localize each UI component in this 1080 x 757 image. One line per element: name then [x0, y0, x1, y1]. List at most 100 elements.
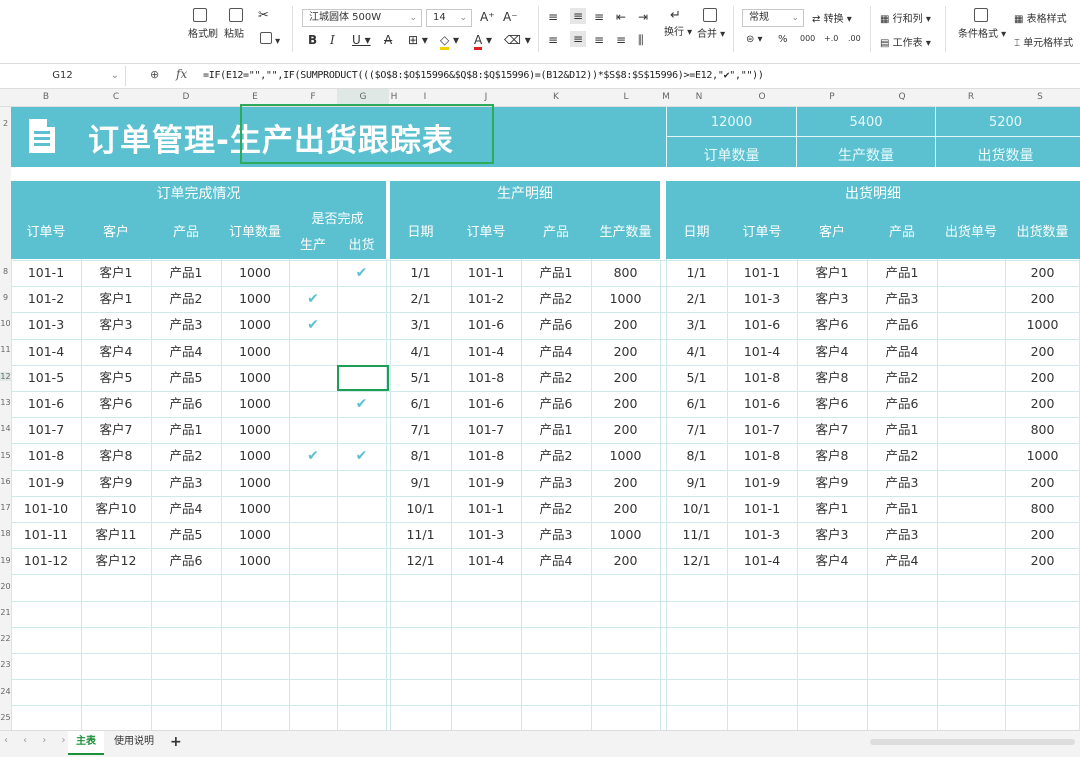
shipping-cell[interactable]: 产品1 — [867, 260, 937, 286]
orders-cell[interactable]: 产品1 — [151, 260, 221, 286]
production-cell[interactable]: 产品1 — [521, 260, 591, 286]
currency-icon[interactable]: ⊜ ▾ — [746, 34, 763, 45]
eraser-icon[interactable]: ⌫ ▾ — [504, 33, 531, 47]
production-cell[interactable]: 200 — [591, 312, 660, 338]
number-format-select[interactable]: 常规 ⌄ — [742, 9, 804, 27]
production-cell[interactable]: 4/1 — [390, 339, 451, 365]
production-cell[interactable]: 101-1 — [451, 496, 521, 522]
align-top-icon[interactable]: ≡ — [548, 10, 558, 24]
underline-button[interactable]: U ▾ — [352, 33, 371, 47]
production-cell[interactable]: 产品3 — [521, 522, 591, 548]
shipping-cell[interactable]: 7/1 — [666, 417, 727, 443]
orders-cell[interactable]: 产品4 — [151, 339, 221, 365]
row-header-selected[interactable]: 12 — [0, 372, 11, 381]
production-cell[interactable]: 101-8 — [451, 365, 521, 391]
orders-cell[interactable] — [289, 470, 337, 496]
check-icon[interactable]: ✔ — [289, 443, 337, 469]
cell-style-button[interactable]: ⌶ 单元格样式 — [1014, 34, 1073, 49]
row-header[interactable]: 20 — [0, 582, 11, 591]
production-cell[interactable]: 8/1 — [390, 443, 451, 469]
row-header[interactable]: 2 — [0, 119, 11, 128]
row-header[interactable]: 9 — [0, 293, 11, 302]
orders-cell[interactable]: 101-3 — [11, 312, 81, 338]
add-sheet-icon[interactable]: + — [162, 731, 190, 753]
shipping-cell[interactable]: 200 — [1005, 339, 1080, 365]
production-cell[interactable]: 101-4 — [451, 548, 521, 574]
shipping-cell[interactable]: 101-6 — [727, 391, 797, 417]
orders-cell[interactable]: 客户1 — [81, 286, 151, 312]
paste-button[interactable]: 粘贴 — [224, 8, 244, 40]
shipping-cell[interactable]: 200 — [1005, 260, 1080, 286]
shipping-cell[interactable]: 3/1 — [666, 312, 727, 338]
shipping-cell[interactable]: 101-8 — [727, 365, 797, 391]
orders-cell[interactable] — [289, 496, 337, 522]
shipping-cell[interactable]: 800 — [1005, 496, 1080, 522]
orders-cell[interactable]: 1000 — [221, 312, 289, 338]
orders-cell[interactable]: 1000 — [221, 260, 289, 286]
row-header[interactable]: 18 — [0, 529, 11, 538]
column-header[interactable]: B — [11, 89, 81, 106]
production-cell[interactable]: 9/1 — [390, 470, 451, 496]
production-cell[interactable]: 5/1 — [390, 365, 451, 391]
shipping-cell[interactable]: 200 — [1005, 470, 1080, 496]
orders-cell[interactable]: 101-6 — [11, 391, 81, 417]
orders-cell[interactable]: 客户6 — [81, 391, 151, 417]
name-box[interactable]: G12 ⌄ — [0, 66, 126, 86]
font-color-icon[interactable]: A ▾ — [474, 33, 492, 50]
fx-icon[interactable]: fx — [176, 67, 187, 81]
orders-cell[interactable]: 产品5 — [151, 365, 221, 391]
shipping-cell[interactable]: 1000 — [1005, 312, 1080, 338]
zoom-icon[interactable]: ⊕ — [150, 68, 159, 81]
shipping-cell[interactable]: 6/1 — [666, 391, 727, 417]
merge-button[interactable]: 合并 ▾ — [697, 8, 725, 40]
orders-cell[interactable]: 101-9 — [11, 470, 81, 496]
shipping-cell[interactable]: 客户4 — [797, 548, 867, 574]
production-cell[interactable]: 101-3 — [451, 522, 521, 548]
shipping-cell[interactable]: 9/1 — [666, 470, 727, 496]
shipping-cell[interactable]: 产品3 — [867, 286, 937, 312]
orders-cell[interactable]: 客户12 — [81, 548, 151, 574]
indent-increase-icon[interactable]: ⇥ — [638, 10, 648, 24]
orders-cell[interactable]: 产品3 — [151, 470, 221, 496]
column-header[interactable]: R — [937, 89, 1005, 106]
shipping-cell[interactable] — [937, 339, 1005, 365]
production-cell[interactable]: 产品4 — [521, 339, 591, 365]
shipping-cell[interactable]: 200 — [1005, 548, 1080, 574]
cut-icon[interactable]: ✂ — [258, 8, 269, 23]
orders-cell[interactable] — [289, 391, 337, 417]
check-icon[interactable]: ✔ — [289, 312, 337, 338]
row-header[interactable]: 8 — [0, 267, 11, 276]
shipping-cell[interactable]: 101-8 — [727, 443, 797, 469]
orders-cell[interactable] — [289, 260, 337, 286]
font-name-select[interactable]: 江城圆体 500W ⌄ — [302, 9, 422, 27]
production-cell[interactable]: 2/1 — [390, 286, 451, 312]
production-cell[interactable]: 101-9 — [451, 470, 521, 496]
orders-cell[interactable]: 101-5 — [11, 365, 81, 391]
orders-cell[interactable]: 客户1 — [81, 260, 151, 286]
production-cell[interactable]: 产品3 — [521, 470, 591, 496]
shipping-cell[interactable]: 12/1 — [666, 548, 727, 574]
align-left-icon[interactable]: ≡ — [548, 33, 558, 47]
shipping-cell[interactable]: 200 — [1005, 391, 1080, 417]
shipping-cell[interactable]: 产品1 — [867, 496, 937, 522]
orders-cell[interactable] — [289, 339, 337, 365]
row-header[interactable]: 13 — [0, 398, 11, 407]
italic-button[interactable]: I — [330, 33, 335, 47]
shipping-cell[interactable]: 客户9 — [797, 470, 867, 496]
check-icon[interactable]: ✔ — [337, 260, 386, 286]
column-header[interactable]: S — [1005, 89, 1075, 106]
production-cell[interactable]: 101-7 — [451, 417, 521, 443]
shipping-cell[interactable]: 客户6 — [797, 391, 867, 417]
shipping-cell[interactable]: 200 — [1005, 286, 1080, 312]
shipping-cell[interactable]: 8/1 — [666, 443, 727, 469]
orders-cell[interactable]: 产品2 — [151, 286, 221, 312]
production-cell[interactable]: 200 — [591, 548, 660, 574]
orders-cell[interactable]: 1000 — [221, 522, 289, 548]
orders-cell[interactable]: 1000 — [221, 339, 289, 365]
decrease-font-icon[interactable]: A⁻ — [503, 10, 518, 24]
orders-cell[interactable]: 101-7 — [11, 417, 81, 443]
production-cell[interactable]: 10/1 — [390, 496, 451, 522]
orders-cell[interactable]: 1000 — [221, 443, 289, 469]
shipping-cell[interactable]: 101-4 — [727, 548, 797, 574]
orders-cell[interactable]: 101-10 — [11, 496, 81, 522]
